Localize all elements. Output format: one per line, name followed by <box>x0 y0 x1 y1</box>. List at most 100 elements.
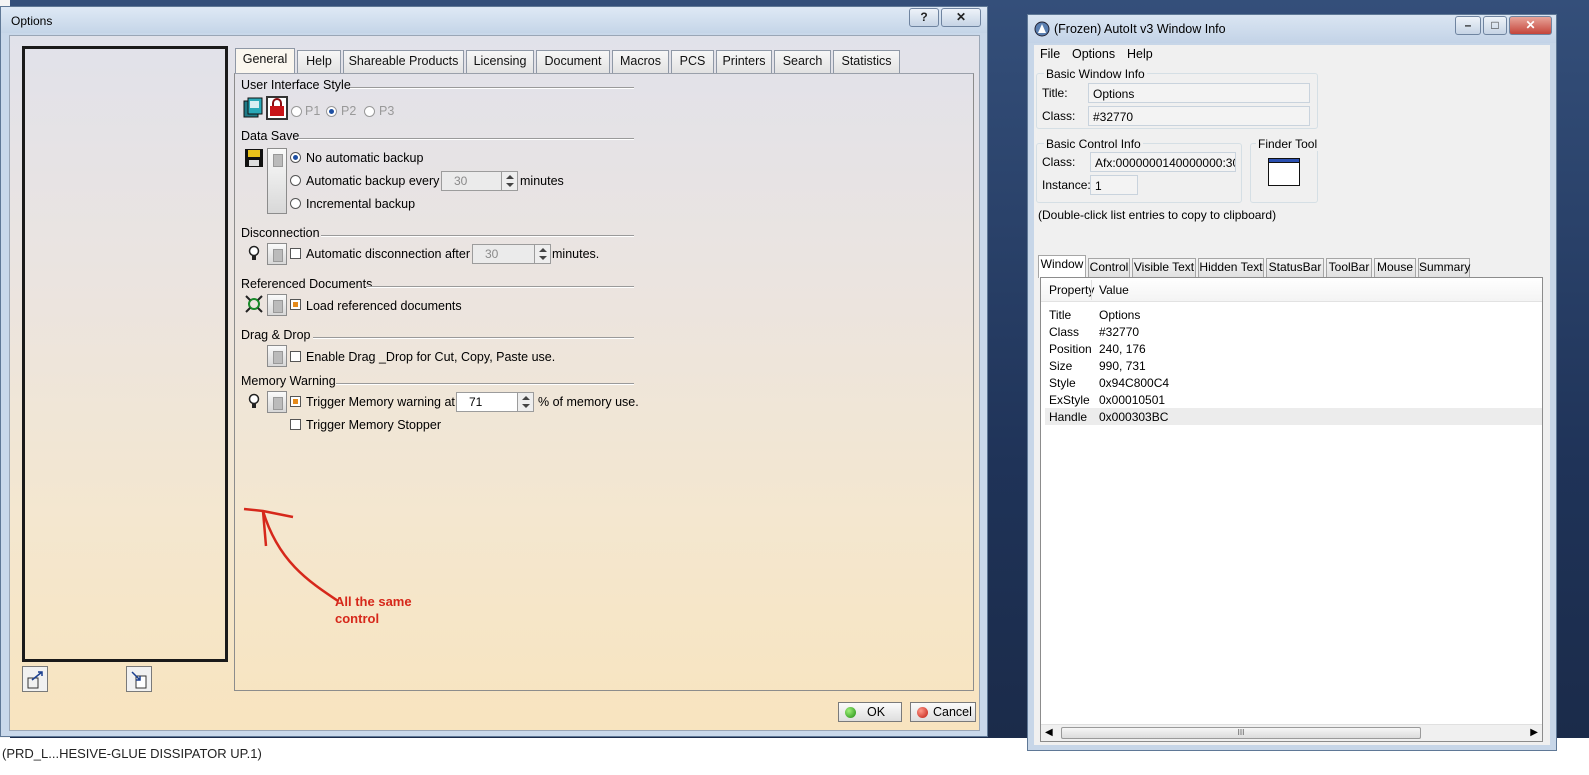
table-row[interactable]: Title Options <box>1045 306 1542 323</box>
drag-drop-label: Enable Drag _Drop for Cut, Copy, Paste u… <box>306 350 556 364</box>
tab-shareable-products[interactable]: Shareable Products <box>343 50 464 73</box>
load-referenced-label: Load referenced documents <box>306 299 462 313</box>
memory-warning-lock-icon[interactable] <box>267 391 287 413</box>
finder-tool-icon[interactable] <box>1268 158 1300 186</box>
disconnect-minutes-value: 30 <box>485 247 499 261</box>
stepper-arrows-icon[interactable] <box>501 172 517 190</box>
memory-percent-unit: % of memory use. <box>538 395 639 409</box>
autoit-title-bar[interactable]: (Frozen) AutoIt v3 Window Info – □ ✕ <box>1028 15 1556 43</box>
drag-drop-checkbox[interactable] <box>290 351 301 362</box>
tab-window[interactable]: Window <box>1038 255 1086 278</box>
menu-help[interactable]: Help <box>1127 47 1153 61</box>
tab-macros[interactable]: Macros <box>612 50 669 73</box>
window-class-label: Class: <box>1042 109 1076 123</box>
referenced-docs-lock-icon[interactable] <box>267 294 287 316</box>
ui-style-lock-icon[interactable] <box>266 96 288 120</box>
lightbulb-icon <box>247 393 261 409</box>
referenced-docs-separator <box>367 286 634 287</box>
annotation-text: All the same control <box>335 594 412 626</box>
tab-document[interactable]: Document <box>536 50 610 73</box>
property-list[interactable]: Property Value Title Options Class #32770 … <box>1040 277 1543 742</box>
auto-disconnect-checkbox[interactable] <box>290 248 301 259</box>
window-class-field[interactable]: #32770 <box>1088 106 1310 126</box>
header-property[interactable]: Property <box>1049 283 1094 297</box>
table-row[interactable]: Handle 0x000303BC <box>1045 408 1542 425</box>
incremental-backup-label: Incremental backup <box>306 197 416 211</box>
instance-label: Instance: <box>1042 178 1091 192</box>
table-row[interactable]: ExStyle 0x00010501 <box>1045 391 1542 408</box>
autoit-close-icon[interactable]: ✕ <box>1509 16 1552 35</box>
tab-mouse[interactable]: Mouse <box>1374 258 1416 277</box>
tab-printers[interactable]: Printers <box>716 50 772 73</box>
tab-toolbar[interactable]: ToolBar <box>1326 258 1372 277</box>
tab-licensing[interactable]: Licensing <box>466 50 534 73</box>
options-title-bar[interactable]: Options ? ✕ <box>1 7 987 33</box>
data-save-title: Data Save <box>241 129 300 143</box>
tab-hidden-text[interactable]: Hidden Text <box>1198 258 1264 277</box>
tab-visible-text[interactable]: Visible Text <box>1132 258 1196 277</box>
table-row[interactable]: Position 240, 176 <box>1045 340 1542 357</box>
help-button[interactable]: ? <box>909 8 939 27</box>
table-row[interactable]: Size 990, 731 <box>1045 357 1542 374</box>
memory-percent-stepper[interactable]: 71 <box>456 392 534 412</box>
tab-summary[interactable]: Summary <box>1418 258 1470 277</box>
disconnection-lock-icon[interactable] <box>267 243 287 265</box>
ui-style-p3-radio[interactable] <box>364 106 375 117</box>
window-title-field[interactable]: Options <box>1088 83 1310 103</box>
menu-file[interactable]: File <box>1040 47 1060 61</box>
tree-collapse-icon[interactable] <box>126 666 152 692</box>
ui-style-separator <box>350 87 634 88</box>
options-tree-panel[interactable] <box>22 46 228 662</box>
window-title-label: Title: <box>1042 86 1068 100</box>
backup-unit-label: minutes <box>520 174 564 188</box>
incremental-backup-radio[interactable] <box>290 198 301 209</box>
menu-options[interactable]: Options <box>1072 47 1115 61</box>
status-text: (PRD_L...HESIVE-GLUE DISSIPATOR UP.1) <box>2 746 262 761</box>
ui-style-p1-radio[interactable] <box>291 106 302 117</box>
disconnect-minutes-stepper[interactable]: 30 <box>472 244 551 264</box>
copy-hint: (Double-click list entries to copy to cl… <box>1038 208 1277 222</box>
tab-search[interactable]: Search <box>774 50 831 73</box>
memory-warning-checkbox[interactable] <box>290 396 301 407</box>
tab-statistics[interactable]: Statistics <box>833 50 900 73</box>
maximize-icon[interactable]: □ <box>1483 16 1507 35</box>
backup-minutes-stepper[interactable]: 30 <box>441 171 518 191</box>
memory-warning-label: Trigger Memory warning at <box>306 395 455 409</box>
backup-every-label: Automatic backup every <box>306 174 440 188</box>
tab-help[interactable]: Help <box>297 50 341 73</box>
scroll-left-icon[interactable]: ◀ <box>1045 727 1053 738</box>
tab-statusbar[interactable]: StatusBar <box>1266 258 1324 277</box>
no-backup-label: No automatic backup <box>306 151 424 165</box>
minimize-icon[interactable]: – <box>1455 16 1481 35</box>
table-row[interactable]: Class #32770 <box>1045 323 1542 340</box>
scroll-thumb[interactable]: III <box>1061 727 1421 739</box>
drag-drop-lock-icon[interactable] <box>267 345 287 367</box>
backup-every-radio[interactable] <box>290 175 301 186</box>
list-header: Property Value <box>1041 278 1542 302</box>
instance-field[interactable]: 1 <box>1090 175 1138 195</box>
memory-stopper-checkbox[interactable] <box>290 419 301 430</box>
tab-control[interactable]: Control <box>1088 258 1130 277</box>
scroll-right-icon[interactable]: ▶ <box>1530 727 1538 738</box>
close-button[interactable]: ✕ <box>941 8 981 27</box>
header-value[interactable]: Value <box>1099 283 1129 297</box>
options-window-title: Options <box>11 14 53 28</box>
stepper-arrows-icon[interactable] <box>534 245 550 263</box>
tree-expand-icon[interactable] <box>22 666 48 692</box>
horizontal-scrollbar[interactable]: ◀ III ▶ <box>1041 724 1542 741</box>
disconnection-separator <box>321 235 634 236</box>
ok-button[interactable]: OK <box>838 702 902 722</box>
data-save-lock-icon[interactable] <box>267 148 287 214</box>
stepper-arrows-icon[interactable] <box>517 393 533 411</box>
cancel-button[interactable]: Cancel <box>910 702 976 722</box>
load-referenced-checkbox[interactable] <box>290 299 301 310</box>
ui-style-p2-radio[interactable] <box>326 106 337 117</box>
finder-tool-title: Finder Tool <box>1256 137 1320 151</box>
tab-pcs[interactable]: PCS <box>671 50 714 73</box>
tab-general[interactable]: General <box>235 48 295 74</box>
autoit-body: File Options Help Basic Window Info Titl… <box>1034 45 1550 745</box>
control-class-field[interactable]: Afx:0000000140000000:302b: <box>1090 152 1236 172</box>
no-backup-radio[interactable] <box>290 152 301 163</box>
referenced-docs-title: Referenced Documents <box>241 277 373 291</box>
table-row[interactable]: Style 0x94C800C4 <box>1045 374 1542 391</box>
